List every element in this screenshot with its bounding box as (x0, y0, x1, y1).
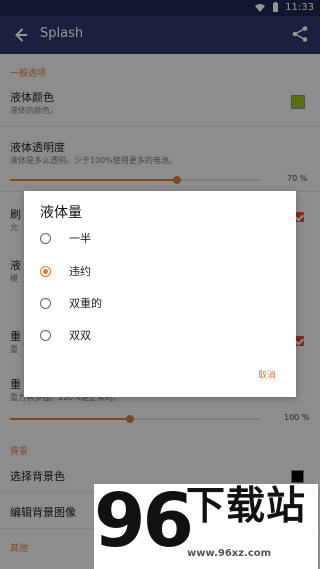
radio-button[interactable] (40, 329, 51, 341)
option-double[interactable]: 双重的 (40, 293, 102, 313)
option-half[interactable]: 一半 (40, 228, 91, 248)
watermark-url: www.96xz.com (187, 548, 272, 559)
cancel-button[interactable]: 取消 (258, 368, 276, 381)
radio-button-selected[interactable] (40, 265, 51, 277)
liquid-amount-dialog: 液体量 一半 违约 双重的 双双 取消 (24, 191, 296, 397)
dialog-title: 液体量 (40, 205, 82, 221)
watermark-logo: 96 下载站 www.96xz.com (94, 484, 318, 569)
watermark-number-logo: 96 (94, 478, 194, 564)
option-label: 违约 (69, 265, 91, 278)
radio-button[interactable] (40, 297, 51, 309)
watermark-text: 下载站 (186, 484, 307, 529)
radio-button[interactable] (40, 232, 51, 244)
option-double-double[interactable]: 双双 (40, 325, 91, 345)
option-default[interactable]: 违约 (40, 261, 91, 281)
option-label: 双双 (69, 329, 91, 342)
option-label: 一半 (69, 232, 91, 245)
option-label: 双重的 (69, 297, 102, 310)
